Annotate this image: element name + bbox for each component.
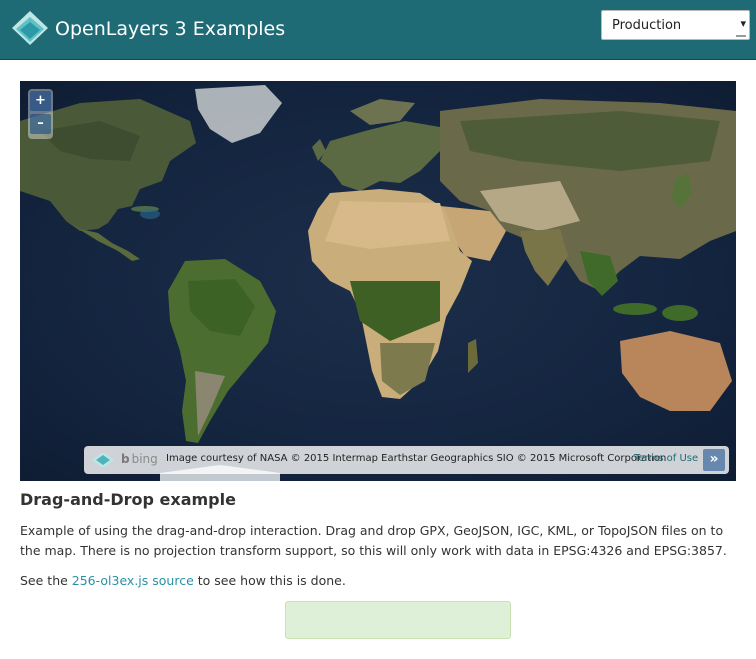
openlayers-logo-icon — [12, 11, 48, 45]
info-box — [285, 601, 511, 639]
satellite-imagery — [20, 85, 736, 481]
resize-grip-icon — [736, 35, 746, 37]
source-link[interactable]: 256-ol3ex.js source — [72, 573, 194, 588]
zoom-in-button[interactable]: + — [30, 91, 51, 111]
attribution-credit: Image courtesy of NASA © 2015 Intermap E… — [166, 453, 667, 464]
attribution-collapse-button[interactable]: » — [703, 449, 725, 471]
openlayers-logo-icon — [92, 452, 114, 468]
terms-of-use-link[interactable]: Terms of Use — [634, 453, 698, 464]
example-description: Example of using the drag-and-drop inter… — [20, 523, 727, 558]
source-note-prefix: See the — [20, 573, 72, 588]
bing-b-icon: b — [121, 452, 130, 466]
version-select-value: Production — [612, 18, 682, 33]
example-title: Drag-and-Drop example — [20, 490, 236, 509]
source-note: See the 256-ol3ex.js source to see how t… — [20, 571, 346, 591]
brand-link[interactable]: OpenLayers 3 Examples — [9, 9, 285, 49]
source-note-suffix: to see how this is done. — [193, 573, 346, 588]
brand-title[interactable]: OpenLayers 3 Examples — [55, 9, 285, 49]
map-viewport[interactable]: + – b bing Image courtesy of NASA © 2015 … — [20, 81, 736, 481]
bing-logo: b bing — [121, 452, 158, 466]
zoom-control: + – — [28, 89, 53, 139]
bing-logo-word: bing — [131, 452, 158, 466]
attribution-panel: b bing Image courtesy of NASA © 2015 Inte… — [84, 446, 729, 474]
zoom-out-button[interactable]: – — [30, 114, 51, 134]
version-select[interactable]: Production ▾ — [601, 10, 750, 40]
navbar: OpenLayers 3 Examples Production ▾ — [0, 0, 756, 60]
chevron-down-icon: ▾ — [740, 17, 746, 30]
